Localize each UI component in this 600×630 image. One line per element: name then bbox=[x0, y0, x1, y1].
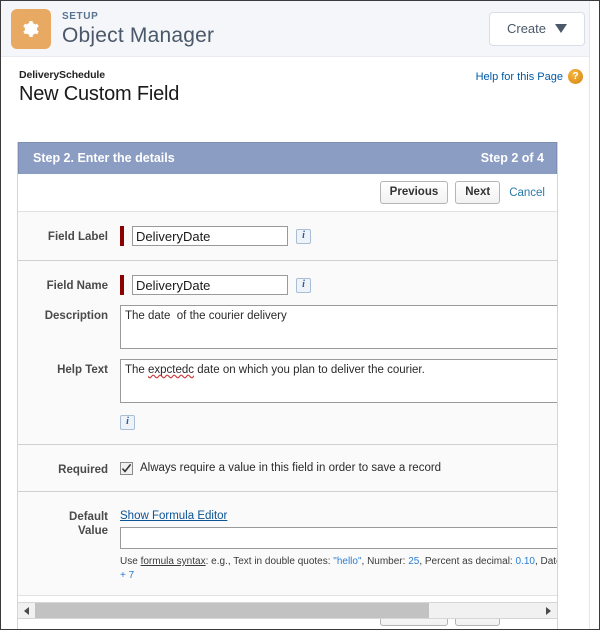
help-text-label: Help Text bbox=[18, 359, 120, 377]
chevron-down-icon bbox=[555, 24, 567, 33]
description-label: Description bbox=[18, 305, 120, 323]
required-checkbox[interactable] bbox=[120, 462, 133, 475]
field-details-section: Field Name i Description The date of the… bbox=[18, 261, 557, 445]
info-icon-field-label[interactable]: i bbox=[296, 229, 311, 244]
default-value-section: Default Value Show Formula Editor Use for… bbox=[18, 492, 557, 595]
help-text-prefix: The bbox=[125, 364, 148, 376]
field-label-control: i bbox=[120, 226, 557, 246]
question-mark-icon[interactable]: ? bbox=[568, 69, 583, 84]
required-indicator-field-label bbox=[120, 226, 124, 246]
help-text-row: Help Text The expctedc date on which you… bbox=[18, 359, 557, 403]
setup-app-title: Object Manager bbox=[62, 25, 214, 46]
setup-title-group: SETUP Object Manager bbox=[62, 12, 214, 46]
new-custom-field-wizard: Step 2. Enter the details Step 2 of 4 Pr… bbox=[17, 142, 558, 630]
field-name-input[interactable] bbox=[132, 275, 288, 295]
setup-eyebrow: SETUP bbox=[62, 12, 214, 22]
create-button[interactable]: Create bbox=[489, 12, 585, 46]
default-value-label-line2: Value bbox=[78, 525, 108, 537]
required-section: Required Always require a value in this … bbox=[18, 445, 557, 492]
hint-prefix: Use bbox=[120, 556, 141, 567]
hint-mid3: , Percent as decimal: bbox=[419, 556, 515, 567]
hint-number-literal: 25 bbox=[408, 556, 419, 567]
step-title: Step 2. Enter the details bbox=[33, 151, 175, 165]
description-row: Description The date of the courier deli… bbox=[18, 305, 557, 349]
required-row: Required Always require a value in this … bbox=[18, 459, 557, 477]
step-counter: Step 2 of 4 bbox=[481, 151, 544, 165]
formula-syntax-link[interactable]: formula syntax bbox=[141, 556, 206, 567]
scroll-right-arrow-icon[interactable] bbox=[540, 603, 557, 618]
formula-syntax-hint: Use formula syntax: e.g., Text in double… bbox=[120, 554, 558, 569]
formula-syntax-hint-line2: + 7 bbox=[120, 570, 557, 581]
info-icon-help-text[interactable]: i bbox=[120, 415, 135, 430]
field-label-input[interactable] bbox=[132, 226, 288, 246]
help-text-misspelled-word: expctedc bbox=[148, 364, 194, 376]
description-control: The date of the courier delivery bbox=[120, 305, 557, 349]
right-edge-strip bbox=[589, 1, 599, 630]
help-text-info-row: i bbox=[18, 411, 557, 430]
default-value-input[interactable] bbox=[120, 527, 558, 549]
help-for-page-link[interactable]: Help for this Page bbox=[476, 71, 563, 83]
field-label-label: Field Label bbox=[18, 226, 120, 244]
top-button-row: Previous Next Cancel bbox=[18, 174, 557, 212]
page-title-band: DeliverySchedule New Custom Field Help f… bbox=[1, 57, 599, 113]
next-button-top[interactable]: Next bbox=[455, 181, 500, 204]
field-label-section: Field Label i bbox=[18, 212, 557, 261]
scroll-left-arrow-icon[interactable] bbox=[18, 603, 35, 618]
default-value-control: Show Formula Editor Use formula syntax: … bbox=[120, 506, 557, 581]
field-name-control: i bbox=[120, 275, 557, 295]
description-textarea[interactable]: The date of the courier delivery bbox=[120, 305, 558, 349]
hint-mid: : e.g., Text in double quotes: bbox=[206, 556, 334, 567]
field-name-label: Field Name bbox=[18, 275, 120, 293]
form-body: Field Label i Field Name bbox=[18, 212, 557, 595]
hint-mid2: , Number: bbox=[362, 556, 409, 567]
horizontal-scrollbar[interactable] bbox=[17, 602, 558, 619]
cancel-link-top[interactable]: Cancel bbox=[509, 187, 545, 199]
help-text-suffix: date on which you plan to deliver the co… bbox=[194, 364, 425, 376]
required-control: Always require a value in this field in … bbox=[120, 459, 557, 475]
app-window: SETUP Object Manager Create DeliverySche… bbox=[0, 0, 600, 630]
info-icon-field-name[interactable]: i bbox=[296, 278, 311, 293]
page-title: New Custom Field bbox=[19, 83, 585, 106]
scrollbar-track[interactable] bbox=[35, 603, 540, 618]
default-value-row: Default Value Show Formula Editor Use for… bbox=[18, 506, 557, 581]
setup-header: SETUP Object Manager Create bbox=[1, 1, 599, 57]
scrollbar-thumb[interactable] bbox=[35, 603, 429, 618]
hint-mid4: , Date expres bbox=[535, 556, 558, 567]
help-for-page-group: Help for this Page ? bbox=[476, 69, 583, 84]
default-value-label-line1: Default bbox=[69, 511, 108, 523]
field-label-row: Field Label i bbox=[18, 226, 557, 246]
required-checkbox-label: Always require a value in this field in … bbox=[140, 462, 441, 474]
hint-percent-literal: 0.10 bbox=[515, 556, 534, 567]
gear-icon bbox=[11, 9, 51, 49]
help-text-control: The expctedc date on which you plan to d… bbox=[120, 359, 557, 403]
help-text-textarea[interactable]: The expctedc date on which you plan to d… bbox=[120, 359, 558, 403]
create-button-label: Create bbox=[507, 21, 546, 36]
step-header-bar: Step 2. Enter the details Step 2 of 4 bbox=[18, 142, 557, 174]
required-label: Required bbox=[18, 459, 120, 477]
required-indicator-field-name bbox=[120, 275, 124, 295]
previous-button-top[interactable]: Previous bbox=[380, 181, 449, 204]
show-formula-editor-link[interactable]: Show Formula Editor bbox=[120, 510, 227, 522]
field-name-row: Field Name i bbox=[18, 275, 557, 295]
default-value-label: Default Value bbox=[18, 506, 120, 539]
hint-string-literal: "hello" bbox=[333, 556, 361, 567]
